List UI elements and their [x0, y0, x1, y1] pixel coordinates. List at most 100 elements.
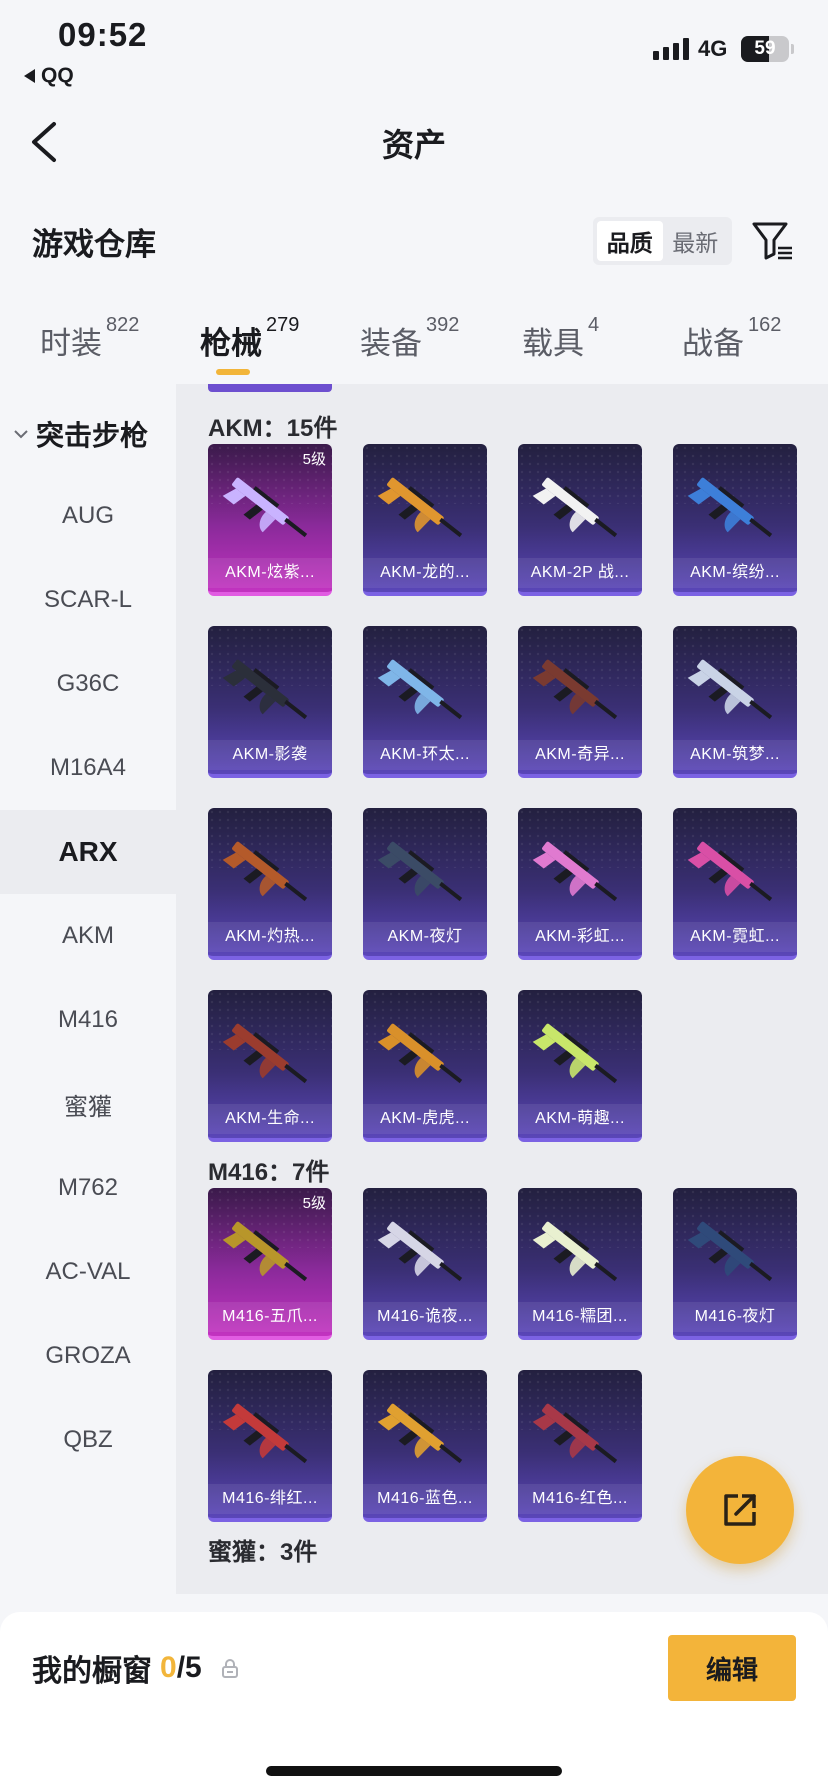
weapon-skin-card[interactable]: M416-诡夜... [363, 1188, 487, 1340]
showcase-info: 我的橱窗 0 /5 [32, 1646, 240, 1690]
sidebar-item-arx[interactable]: ARX [0, 810, 176, 894]
filter-button[interactable] [750, 218, 794, 262]
rifle-icon [222, 1221, 308, 1282]
weapon-skin-card[interactable]: AKM-霓虹... [673, 808, 797, 960]
group-header: M416：7件 [208, 1159, 330, 1186]
weapon-skin-name: M416-五爪... [208, 1302, 332, 1332]
tab-firearms[interactable]: 枪械 279 [200, 314, 299, 363]
showcase-label: 我的橱窗 [32, 1655, 152, 1688]
weapon-skin-card[interactable]: M416-糯团... [518, 1188, 642, 1340]
weapon-skin-card[interactable]: AKM-缤纷... [673, 444, 797, 596]
weapon-skin-card[interactable]: M416-夜灯 [673, 1188, 797, 1340]
weapon-skin-name: AKM-彩虹... [518, 922, 642, 952]
rifle-icon [687, 841, 773, 902]
share-button[interactable] [686, 1456, 794, 1564]
sidebar-item-ac-val[interactable]: AC-VAL [0, 1230, 176, 1314]
weapon-skin-card[interactable]: AKM-夜灯 [363, 808, 487, 960]
lock-icon [221, 1659, 238, 1678]
weapon-skin-card[interactable]: AKM-筑梦... [673, 626, 797, 778]
tab-label: 枪械 [200, 326, 262, 361]
weapon-skin-name: AKM-龙的... [363, 558, 487, 588]
sidebar-item-qbz[interactable]: QBZ [0, 1398, 176, 1482]
sort-option-newest[interactable]: 最新 [663, 221, 729, 261]
rifle-icon [687, 477, 773, 538]
weapon-skin-card[interactable]: M416-绯红... [208, 1370, 332, 1522]
group-header: 蜜獾：3件 [208, 1539, 318, 1566]
battery-tip [791, 44, 794, 54]
sidebar-item-m416[interactable]: M416 [0, 978, 176, 1062]
rifle-icon [222, 1403, 308, 1464]
category-label: 突击步枪 [36, 420, 149, 451]
tab-equipment[interactable]: 装备 392 [360, 314, 459, 363]
battery-icon: 59 [741, 36, 789, 62]
card-edge-peek [208, 384, 332, 392]
tab-count: 162 [748, 314, 782, 336]
tab-count: 4 [588, 314, 600, 336]
rifle-icon [532, 1023, 618, 1084]
weapon-skin-card[interactable]: M416-蓝色... [363, 1370, 487, 1522]
rifle-icon [222, 1023, 308, 1084]
weapon-skin-name: AKM-灼热... [208, 922, 332, 952]
weapon-skin-name: AKM-奇异... [518, 740, 642, 770]
sidebar-item-蜜獾[interactable]: 蜜獾 [0, 1062, 176, 1146]
weapon-skin-card[interactable]: AKM-灼热... [208, 808, 332, 960]
weapon-skin-card[interactable]: AKM-奇异... [518, 626, 642, 778]
weapon-grid: AKM：15件 5级 AKM-炫紫... AKM-龙的... AKM-2P 战... AK… [176, 384, 828, 1594]
weapon-skin-name: AKM-影袭 [208, 740, 332, 770]
sidebar-item-g36c[interactable]: G36C [0, 642, 176, 726]
level-badge: 5级 [302, 451, 326, 468]
sort-option-quality[interactable]: 品质 [597, 221, 663, 261]
tab-fashion[interactable]: 时装 822 [40, 314, 139, 363]
tab-label: 战备 [682, 326, 744, 361]
weapon-skin-card[interactable]: AKM-虎虎... [363, 990, 487, 1142]
rifle-icon [532, 1221, 618, 1282]
weapon-skin-name: AKM-霓虹... [673, 922, 797, 952]
weapon-skin-card[interactable]: AKM-彩虹... [518, 808, 642, 960]
weapon-skin-card[interactable]: AKM-萌趣... [518, 990, 642, 1142]
tab-count: 822 [106, 314, 140, 336]
weapon-skin-card[interactable]: AKM-2P 战... [518, 444, 642, 596]
rifle-icon [377, 1403, 463, 1464]
weapon-skin-card[interactable]: 5级 AKM-炫紫... [208, 444, 332, 596]
weapon-skin-name: M416-红色... [518, 1484, 642, 1514]
sidebar-item-aug[interactable]: AUG [0, 474, 176, 558]
home-indicator [266, 1766, 562, 1776]
back-app-label: QQ [41, 64, 74, 87]
category-tabs: 时装 822 枪械 279 装备 392 载具 4 战备 162 [0, 310, 828, 380]
weapon-skin-name: AKM-2P 战... [518, 558, 642, 588]
weapon-skin-card[interactable]: 5级 M416-五爪... [208, 1188, 332, 1340]
weapon-skin-name: AKM-缤纷... [673, 558, 797, 588]
sidebar-item-m16a4[interactable]: M16A4 [0, 726, 176, 810]
weapon-skin-card[interactable]: AKM-环太... [363, 626, 487, 778]
sidebar-item-groza[interactable]: GROZA [0, 1314, 176, 1398]
weapon-sidebar: 突击步枪 AUG SCAR-L G36C M16A4 ARX AKM M416 蜜獾 M762 A… [0, 384, 176, 1612]
tab-supplies[interactable]: 战备 162 [682, 314, 781, 363]
rifle-icon [687, 1221, 773, 1282]
sort-toggle: 品质 最新 [593, 217, 732, 265]
weapon-skin-card[interactable]: AKM-生命... [208, 990, 332, 1142]
status-time: 09:52 [58, 16, 148, 53]
rifle-icon [377, 659, 463, 720]
weapon-skin-card[interactable]: AKM-影袭 [208, 626, 332, 778]
rifle-icon [532, 477, 618, 538]
page-title: 资产 [381, 127, 446, 163]
status-bar: 09:52 QQ 4G 59 [0, 0, 828, 100]
chevron-down-icon [14, 430, 28, 439]
sidebar-item-m762[interactable]: M762 [0, 1146, 176, 1230]
weapon-skin-name: AKM-萌趣... [518, 1104, 642, 1134]
sidebar-item-scar-l[interactable]: SCAR-L [0, 558, 176, 642]
battery-level: 59 [754, 38, 776, 59]
weapon-skin-card[interactable]: M416-红色... [518, 1370, 642, 1522]
tab-label: 载具 [522, 326, 584, 361]
sidebar-item-akm[interactable]: AKM [0, 894, 176, 978]
weapon-skin-name: AKM-生命... [208, 1104, 332, 1134]
rifle-icon [222, 841, 308, 902]
weapon-skin-card[interactable]: AKM-龙的... [363, 444, 487, 596]
category-assault-rifles[interactable]: 突击步枪 [12, 414, 148, 454]
share-external-icon [724, 1494, 756, 1526]
weapon-skin-name: M416-蓝色... [363, 1484, 487, 1514]
tab-vehicles[interactable]: 载具 4 [522, 314, 599, 363]
edit-showcase-button[interactable]: 编辑 [668, 1635, 796, 1701]
weapon-skin-name: AKM-炫紫... [208, 558, 332, 588]
back-to-app[interactable]: QQ [24, 64, 74, 88]
